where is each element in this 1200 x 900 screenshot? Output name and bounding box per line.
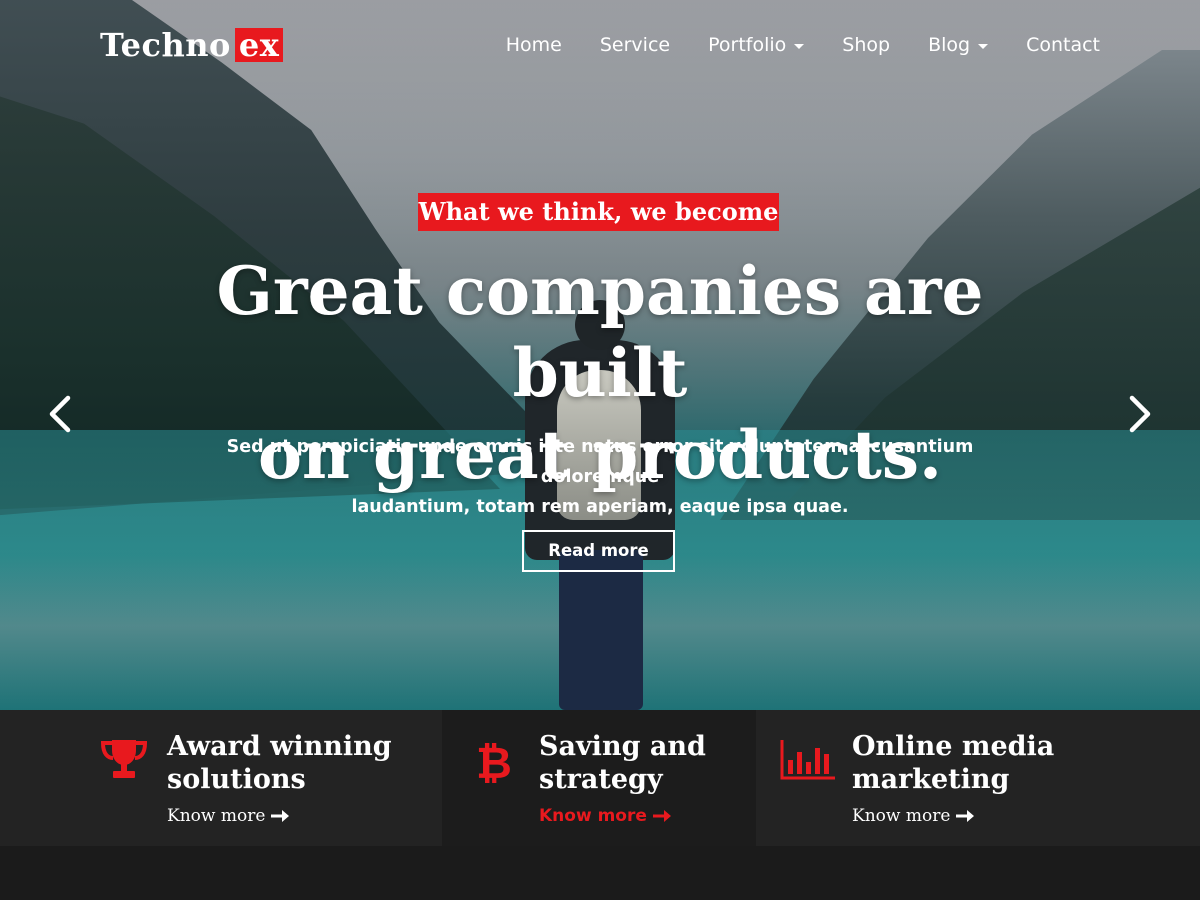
features-bar: Award winning solutions Know more ₿ Savi… bbox=[0, 710, 1200, 846]
feature-title-line1: Saving and bbox=[539, 731, 706, 762]
nav-service-label: Service bbox=[599, 34, 671, 56]
main-nav: Home Service Portfolio Shop Blog Contact bbox=[468, 34, 1100, 56]
arrow-right-icon bbox=[652, 810, 671, 822]
hero-tagline: What we think, we become bbox=[418, 193, 779, 231]
svg-text:₿: ₿ bbox=[476, 738, 512, 784]
caret-down-icon bbox=[978, 43, 989, 49]
nav-blog-label: Blog bbox=[928, 34, 971, 56]
feature-title-line2: marketing bbox=[852, 764, 1010, 795]
arrow-right-icon bbox=[271, 810, 290, 822]
nav-contact-label: Contact bbox=[1026, 34, 1100, 56]
nav-service[interactable]: Service bbox=[600, 34, 670, 56]
chevron-left-icon bbox=[49, 395, 71, 433]
know-more-label: Know more bbox=[539, 806, 647, 826]
feature-title-line2: solutions bbox=[167, 764, 306, 795]
feature-title-line1: Online media bbox=[852, 731, 1055, 762]
logo-accent-text: ex bbox=[234, 28, 284, 62]
read-more-button[interactable]: Read more bbox=[522, 530, 675, 572]
nav-shop-label: Shop bbox=[842, 34, 891, 56]
site-logo[interactable]: Techno ex bbox=[100, 26, 284, 64]
nav-shop[interactable]: Shop bbox=[842, 34, 890, 56]
chevron-right-icon bbox=[1129, 395, 1151, 433]
logo-main-text: Techno bbox=[100, 26, 231, 64]
hero-subtext-line1: Sed ut perspiciatis unde omnis iste natu… bbox=[226, 437, 974, 487]
know-more-link[interactable]: Know more bbox=[167, 806, 290, 826]
hero-headline-line1: Great companies are built bbox=[216, 252, 984, 412]
bar-chart-icon bbox=[780, 740, 835, 780]
know-more-link[interactable]: Know more bbox=[852, 806, 975, 826]
nav-home-label: Home bbox=[505, 34, 562, 56]
feature-title: Award winning solutions bbox=[167, 730, 427, 796]
hero-subtext-line2: laudantium, totam rem aperiam, eaque ips… bbox=[351, 497, 849, 517]
nav-home[interactable]: Home bbox=[506, 34, 562, 56]
slider-prev-button[interactable] bbox=[40, 392, 80, 436]
nav-portfolio-label: Portfolio bbox=[708, 34, 787, 56]
feature-title-line2: strategy bbox=[539, 764, 663, 795]
know-more-label: Know more bbox=[167, 806, 266, 826]
know-more-label: Know more bbox=[852, 806, 951, 826]
feature-title: Online media marketing bbox=[852, 730, 1112, 796]
page-bottom-section bbox=[0, 846, 1200, 900]
trophy-icon bbox=[100, 740, 148, 778]
hero-subtext: Sed ut perspiciatis unde omnis iste natu… bbox=[200, 432, 1000, 522]
nav-contact[interactable]: Contact bbox=[1026, 34, 1100, 56]
slider-next-button[interactable] bbox=[1120, 392, 1160, 436]
know-more-link[interactable]: Know more bbox=[539, 806, 671, 826]
feature-title-line1: Award winning bbox=[167, 731, 392, 762]
feature-saving: ₿ Saving and strategy Know more bbox=[442, 710, 756, 846]
arrow-right-icon bbox=[956, 810, 975, 822]
feature-marketing: Online media marketing Know more bbox=[756, 710, 1200, 846]
bitcoin-icon: ₿ bbox=[476, 738, 512, 784]
nav-blog[interactable]: Blog bbox=[928, 34, 989, 56]
nav-portfolio[interactable]: Portfolio bbox=[708, 34, 805, 56]
caret-down-icon bbox=[794, 43, 805, 49]
feature-award: Award winning solutions Know more bbox=[0, 710, 442, 846]
